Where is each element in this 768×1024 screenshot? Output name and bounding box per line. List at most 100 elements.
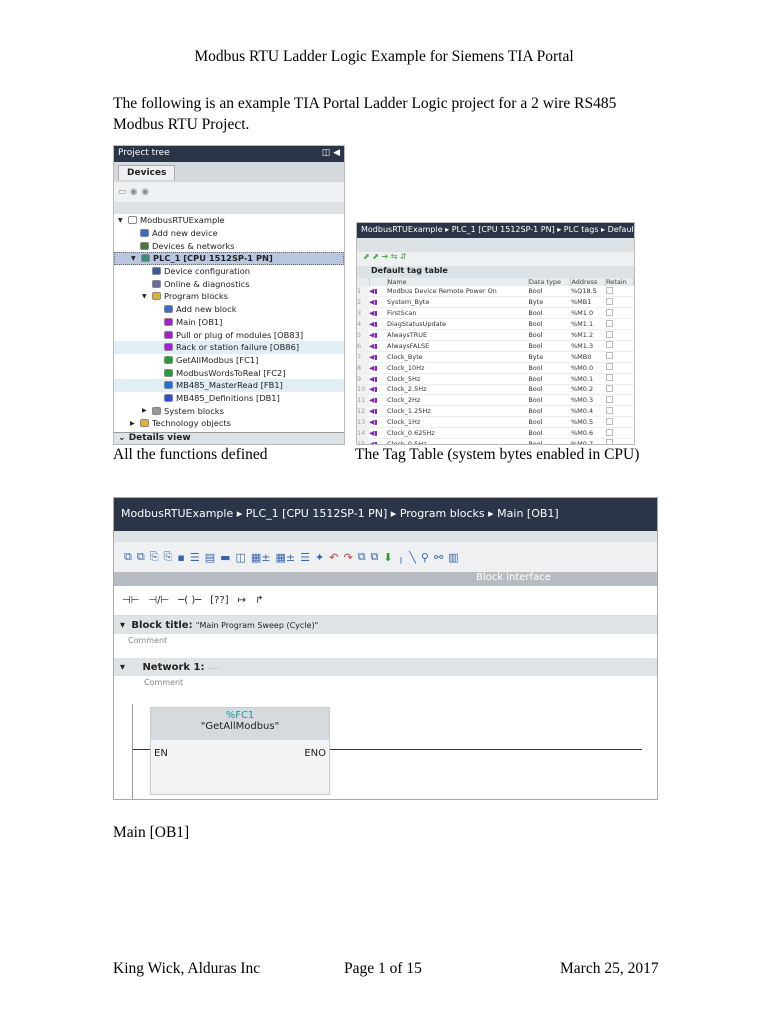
toolbar-icon[interactable]: ⬇	[383, 551, 392, 564]
tag-name[interactable]: Clock_1.25Hz	[387, 405, 529, 418]
tag-address[interactable]: %M1.3	[570, 340, 606, 352]
retain-checkbox[interactable]	[605, 417, 613, 425]
tag-address[interactable]: %MB0	[570, 351, 606, 363]
toolbar-icon[interactable]: ▦±	[276, 551, 296, 564]
ladder-tool-button[interactable]: ─( )─	[178, 595, 201, 606]
tag-name[interactable]: Clock_Byte	[387, 351, 529, 363]
tag-data-type[interactable]: Bool	[528, 329, 571, 341]
ladder-tool-button[interactable]: [??]	[210, 595, 228, 606]
tag-address[interactable]: %M0.2	[570, 384, 606, 396]
tag-data-type[interactable]: Bool	[528, 307, 571, 320]
toolbar-icon[interactable]: ⧉	[124, 550, 132, 564]
tag-row[interactable]: 1 ◀▮ Modbus Device Remote Power On Bool %Q18…	[357, 286, 634, 298]
tag-row[interactable]: 4 ◀▮ DiagStatusUpdate Bool %M1.1	[357, 318, 634, 331]
tag-name[interactable]: Clock_1Hz	[387, 416, 529, 429]
ladder-tool-button[interactable]: ↦	[238, 595, 246, 606]
toolbar-icon[interactable]: ▬	[220, 551, 230, 564]
retain-checkbox[interactable]	[605, 319, 613, 327]
expand-arrow-icon[interactable]: ▶	[130, 420, 140, 427]
tag-name[interactable]: System_Byte	[387, 296, 529, 309]
retain-checkbox[interactable]	[605, 308, 613, 316]
tag-row[interactable]: 3 ◀▮ FirstScan Bool %M1.0	[357, 307, 634, 320]
toolbar-icon[interactable]: ▦±	[251, 551, 271, 564]
expand-arrow-icon[interactable]: ▶	[142, 407, 152, 414]
tag-row[interactable]: 8 ◀▮ Clock_10Hz Bool %M0.0	[357, 362, 634, 374]
tag-address[interactable]: %M0.1	[570, 373, 606, 385]
fc1-call-block[interactable]: %FC1 "GetAllModbus" EN ENO	[150, 707, 330, 795]
block-interface-bar[interactable]: Block interface	[114, 572, 657, 586]
tag-row[interactable]: 14 ◀▮ Clock_0.625Hz Bool %M0.6	[357, 427, 634, 439]
tag-data-type[interactable]: Bool	[528, 416, 571, 429]
tree-item[interactable]: Add new block	[114, 303, 344, 316]
tree-item[interactable]: Rack or station failure [OB86]	[114, 340, 344, 354]
toolbar-icon[interactable]: ☰	[300, 551, 310, 564]
tag-row[interactable]: 10 ◀▮ Clock_2.5Hz Bool %M0.2	[357, 384, 634, 396]
retain-checkbox[interactable]	[605, 384, 613, 392]
back-icon[interactable]: ◉	[130, 187, 137, 197]
toolbar-icon[interactable]: ⎘	[150, 550, 159, 564]
toolbar-icon[interactable]: ▥	[448, 551, 458, 564]
forward-icon[interactable]: ◉	[141, 187, 148, 197]
tag-address[interactable]: %M1.2	[570, 329, 606, 341]
retain-checkbox[interactable]	[605, 363, 613, 371]
network-1-header[interactable]: ▾ Network 1: .....	[114, 658, 657, 676]
tag-data-type[interactable]: Bool	[528, 286, 571, 298]
tag-address[interactable]: %M0.3	[570, 394, 606, 407]
tag-name[interactable]: DiagStatusUpdate	[387, 318, 529, 331]
ladder-tool-button[interactable]: ⊣/⊢	[148, 595, 169, 606]
tag-row[interactable]: 9 ◀▮ Clock_5Hz Bool %M0.1	[357, 373, 634, 385]
toolbar-icon[interactable]: ⎘	[164, 550, 173, 564]
tag-address[interactable]: %Q18.5	[570, 286, 606, 298]
retain-checkbox[interactable]	[605, 428, 613, 436]
tag-data-type[interactable]: Bool	[528, 427, 571, 439]
tree-item[interactable]: GetAllModbus [FC1]	[114, 354, 344, 367]
tree-item[interactable]: ▼ Program blocks	[114, 290, 344, 303]
tree-item[interactable]: MB485_Definitions [DB1]	[114, 392, 344, 405]
tree-item[interactable]: ▶ System blocks	[114, 404, 344, 417]
tag-data-type[interactable]: Bool	[528, 384, 571, 396]
ladder-tool-button[interactable]: ⊣⊢	[122, 595, 139, 606]
tag-name[interactable]: Clock_2.5Hz	[387, 384, 529, 396]
col-retain[interactable]: Retain	[605, 278, 634, 286]
tag-row[interactable]: 13 ◀▮ Clock_1Hz Bool %M0.5	[357, 416, 634, 429]
tag-address[interactable]: %M0.4	[570, 405, 606, 418]
tab-devices[interactable]: Devices	[118, 165, 176, 180]
retain-checkbox[interactable]	[605, 374, 613, 382]
retain-checkbox[interactable]	[605, 406, 613, 414]
tag-data-type[interactable]: Bool	[528, 405, 571, 418]
toolbar-icon[interactable]: ▤	[205, 551, 215, 564]
toolbar-icon[interactable]: ⧉	[358, 550, 366, 564]
toolbar-icon[interactable]: ╷	[398, 551, 405, 564]
tag-address[interactable]: %M1.1	[570, 318, 606, 331]
tag-row[interactable]: 11 ◀▮ Clock_2Hz Bool %M0.3	[357, 394, 634, 407]
tag-name[interactable]: Clock_10Hz	[387, 362, 529, 374]
toolbar-icon[interactable]: ⧉	[137, 550, 145, 564]
tag-address[interactable]: %M1.0	[570, 307, 606, 320]
tree-item[interactable]: ModbusWordsToReal [FC2]	[114, 366, 344, 379]
details-view-header[interactable]: ⌄ Details view	[114, 432, 344, 444]
toolbar-icon[interactable]: ▪	[177, 551, 184, 564]
tag-data-type[interactable]: Bool	[528, 362, 571, 374]
tag-row[interactable]: 12 ◀▮ Clock_1.25Hz Bool %M0.4	[357, 405, 634, 418]
expand-arrow-icon[interactable]: ▼	[118, 217, 128, 224]
retain-checkbox[interactable]	[605, 341, 613, 349]
tree-item[interactable]: ▼ ModbusRTUExample	[114, 214, 344, 227]
tag-name[interactable]: Modbus Device Remote Power On	[387, 286, 529, 298]
col-address[interactable]: Address	[570, 278, 607, 286]
toolbar-icon[interactable]: ☰	[190, 551, 200, 564]
tree-item[interactable]: Main [OB1]	[114, 316, 344, 329]
retain-checkbox[interactable]	[605, 330, 613, 338]
col-data-type[interactable]: Data type	[528, 278, 572, 286]
tree-item[interactable]: Online & diagnostics	[114, 277, 344, 290]
retain-checkbox[interactable]	[605, 286, 613, 294]
expand-arrow-icon[interactable]: ▼	[142, 293, 152, 300]
toolbar-icon[interactable]: ⧉	[371, 550, 379, 564]
tag-data-type[interactable]: Bool	[528, 340, 571, 352]
toolbar-icon[interactable]: ◫	[236, 551, 246, 564]
toolbar-icon[interactable]: ↷	[343, 551, 352, 564]
tag-name[interactable]: Clock_2Hz	[387, 394, 529, 407]
ladder-tool-button[interactable]: ↱	[255, 595, 263, 606]
tree-item[interactable]: Device configuration	[114, 265, 344, 278]
expand-arrow-icon[interactable]: ▼	[131, 255, 141, 262]
toolbar-icon[interactable]: ╲	[409, 551, 416, 564]
